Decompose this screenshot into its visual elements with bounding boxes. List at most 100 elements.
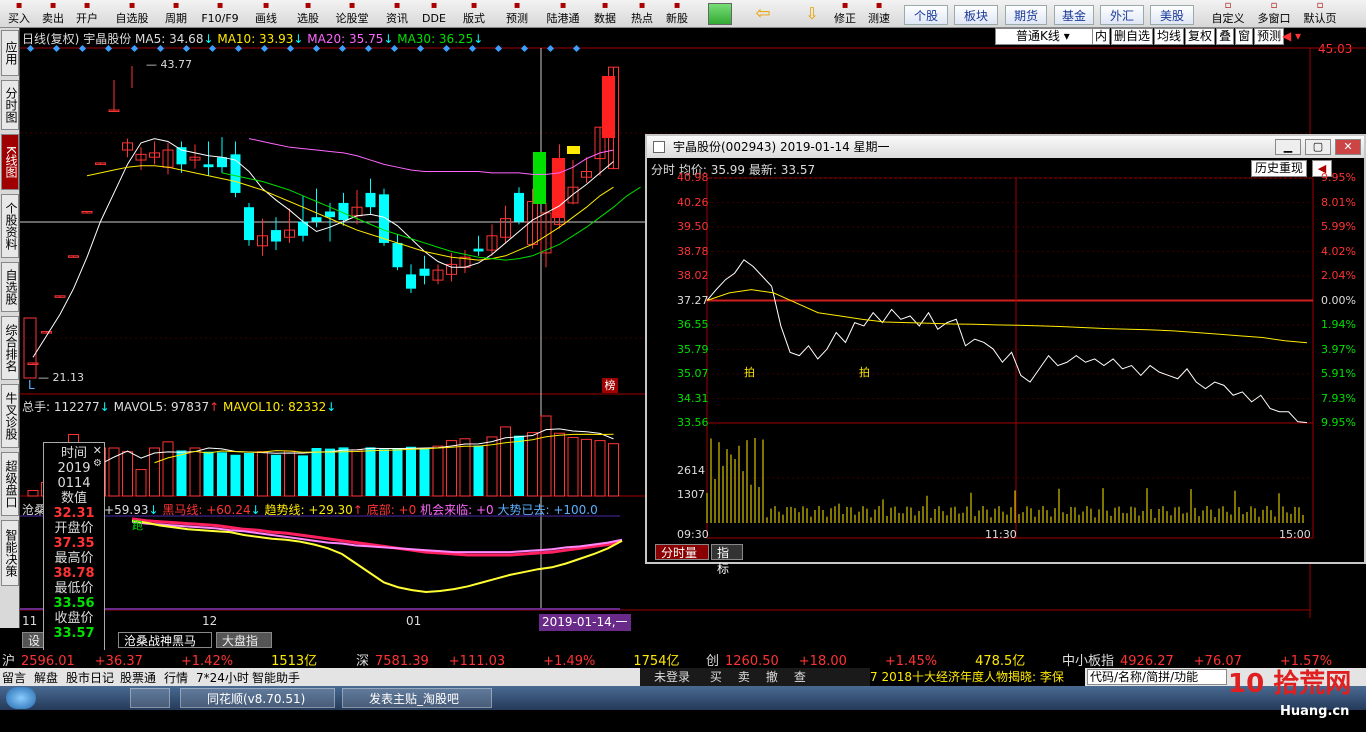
- trade-action[interactable]: 买: [710, 670, 722, 684]
- toolbar-button-0[interactable]: ▪ 买入: [2, 0, 36, 28]
- toolbar-button-10[interactable]: ▪ DDE: [418, 0, 450, 28]
- taskbar-item-browser[interactable]: 发表主贴_淘股吧: [342, 688, 492, 708]
- index-item-0[interactable]: 沪 2596.01 +36.37 +1.42% 1513亿: [2, 650, 342, 669]
- popup-price-label: 40.26: [677, 195, 709, 209]
- toolbar-right-0[interactable]: ▫ 自定义: [1206, 0, 1250, 28]
- toolbar-button-17[interactable]: ▪ 修正: [830, 0, 860, 28]
- toolbar-button-label: 数据: [594, 12, 616, 25]
- intraday-popup-window[interactable]: 宇晶股份(002943) 2019-01-14 星期一 ▁ ▢ ✕ 分时 均价:…: [645, 134, 1366, 576]
- watermark-logo: 10 拾荒网 Huang.cn: [1228, 669, 1352, 719]
- toolbar-tab-4[interactable]: 外汇: [1100, 5, 1144, 25]
- toolbar-button-7[interactable]: ▪ 选股: [290, 0, 326, 28]
- back-arrow-icon[interactable]: ⇦: [750, 3, 776, 25]
- toolbar-button-3[interactable]: ▪ 自选股: [108, 0, 156, 28]
- toolbar-tab-3[interactable]: 基金: [1054, 5, 1094, 25]
- side-tab-0[interactable]: 应用: [1, 30, 19, 76]
- volume-bar: [514, 435, 524, 496]
- status-item-6[interactable]: 智能助手: [252, 669, 300, 686]
- down-arrow-icon[interactable]: ⇩: [800, 3, 824, 25]
- index-name: 深: [356, 654, 370, 669]
- side-tab-3[interactable]: 个股资料: [1, 194, 19, 258]
- data-window[interactable]: ✕ ⚙ 时间 2019 0114 数值 32.31 开盘价 37.35 最高价 38.78 最低价…: [43, 442, 105, 652]
- index-item-1[interactable]: 深 7581.39 +111.03 +1.49% 1754亿: [356, 650, 696, 669]
- toolbar-tab-2[interactable]: 期货: [1005, 5, 1047, 25]
- side-tab-7[interactable]: 超级盘口: [1, 452, 19, 516]
- signal-mark: 跑: [132, 519, 143, 532]
- side-tab-2[interactable]: K线图: [1, 134, 19, 190]
- toolbar-button-8[interactable]: ▪ 论股堂: [328, 0, 376, 28]
- toolbar-button-1[interactable]: ▪ 卖出: [36, 0, 70, 28]
- diamond-marker: [234, 44, 243, 53]
- toolbar-button-12[interactable]: ▪ 预测: [500, 0, 534, 28]
- popup-tab-0[interactable]: 分时量: [655, 544, 709, 560]
- toolbar-tab-0[interactable]: 个股: [904, 5, 948, 25]
- toolbar-button-2[interactable]: ▪ 开户: [70, 0, 104, 28]
- toolbar-button-5[interactable]: ▪ F10/F9: [196, 0, 244, 28]
- toolbar-button-15[interactable]: ▪ 热点: [625, 0, 659, 28]
- taskbar-app-icon[interactable]: [130, 688, 170, 708]
- volume-bar: [351, 449, 363, 497]
- side-tab-4[interactable]: 自选股: [1, 262, 19, 312]
- toolbar-button-9[interactable]: ▪ 资讯: [378, 0, 416, 28]
- indicator-tab-1[interactable]: 沧桑战神黑马指: [118, 632, 212, 664]
- info-value: 38.78: [53, 566, 95, 581]
- side-tab-5[interactable]: 综合排名: [1, 316, 19, 380]
- toolbar-button-label: 修正: [834, 12, 856, 25]
- toolbar-tab-1[interactable]: 板块: [954, 5, 998, 25]
- status-item-0[interactable]: 留言: [2, 669, 26, 686]
- search-input[interactable]: 代码/名称/简拼/功能: [1087, 669, 1227, 685]
- indicator-tab-2[interactable]: 大盘指标: [216, 632, 272, 664]
- toolbar-tab-5[interactable]: 美股: [1150, 5, 1194, 25]
- status-item-1[interactable]: 解盘: [34, 669, 58, 686]
- status-item-4[interactable]: 行情: [164, 669, 188, 686]
- toolbar-button-18[interactable]: ▪ 测速: [862, 0, 896, 28]
- toolbar-button-16[interactable]: ▪ 新股: [660, 0, 694, 28]
- toolbar-right-2[interactable]: ▫ 默认页: [1298, 0, 1342, 28]
- cursor-date-label: 2019-01-14,一: [539, 614, 631, 631]
- index-value: 2596.01: [21, 654, 75, 669]
- grid-menu-icon[interactable]: [708, 3, 732, 25]
- toolbar-button-4[interactable]: ▪ 周期: [158, 0, 194, 28]
- popup-tab-1[interactable]: 指标: [711, 544, 743, 576]
- side-tab-1[interactable]: 分时图: [1, 80, 19, 130]
- index-item-2[interactable]: 创 1260.50 +18.00 +1.45% 478.5亿: [706, 650, 1046, 669]
- info-label: 最低价: [54, 581, 94, 596]
- index-name: 中小板指: [1062, 654, 1115, 669]
- trade-action[interactable]: 撤: [766, 670, 778, 684]
- side-tab-8[interactable]: 智能决策: [1, 520, 19, 586]
- popup-vol-label: 2614: [677, 464, 705, 477]
- popup-price-label: 40.98: [677, 171, 709, 184]
- toolbar-button-14[interactable]: ▪ 数据: [588, 0, 622, 28]
- side-tab-6[interactable]: 牛叉诊股: [1, 384, 19, 448]
- taskbar-item-ths[interactable]: 同花顺(v8.70.51): [180, 688, 335, 708]
- volume-bar: [217, 452, 227, 496]
- toolbar-button-label: 开户: [76, 12, 98, 25]
- start-orb-icon[interactable]: [6, 687, 36, 709]
- toolbar-button-11[interactable]: ▪ 版式: [452, 0, 496, 28]
- volume-bar: [419, 448, 430, 496]
- settings-icon[interactable]: ⚙: [93, 456, 102, 471]
- rank-badge[interactable]: 榜: [602, 378, 618, 393]
- toolbar-button-label: 选股: [297, 12, 319, 25]
- volume-bar: [432, 445, 444, 497]
- news-ticker[interactable]: 7 2018十大经济年度人物揭晓: 李保: [870, 668, 1085, 686]
- dde-icon: ▪: [430, 0, 438, 11]
- trade-action[interactable]: 查: [794, 670, 806, 684]
- toolbar-right-1[interactable]: ▫ 多窗口: [1252, 0, 1296, 28]
- status-item-2[interactable]: 股市日记: [66, 669, 114, 686]
- info-value: 37.35: [53, 536, 95, 551]
- minimize-button[interactable]: ▁: [1275, 139, 1301, 155]
- popup-titlebar[interactable]: 宇晶股份(002943) 2019-01-14 星期一 ▁ ▢ ✕: [647, 136, 1364, 158]
- toolbar-button-label: 自选股: [115, 12, 149, 25]
- status-item-3[interactable]: 股票通: [120, 669, 156, 686]
- close-button[interactable]: ✕: [1335, 139, 1361, 155]
- toolbar-button-6[interactable]: ▪ 画线: [246, 0, 286, 28]
- toolbar-button-13[interactable]: ▪ 陆港通: [540, 0, 586, 28]
- trade-action[interactable]: 卖: [738, 670, 750, 684]
- candle-down: [473, 248, 484, 252]
- index-change: +36.37: [94, 654, 143, 669]
- status-item-5[interactable]: 7*24小时: [196, 669, 249, 686]
- maximize-button[interactable]: ▢: [1305, 139, 1331, 155]
- toolbar-button-label: DDE: [422, 12, 446, 25]
- speedtest-icon: ▪: [875, 0, 883, 11]
